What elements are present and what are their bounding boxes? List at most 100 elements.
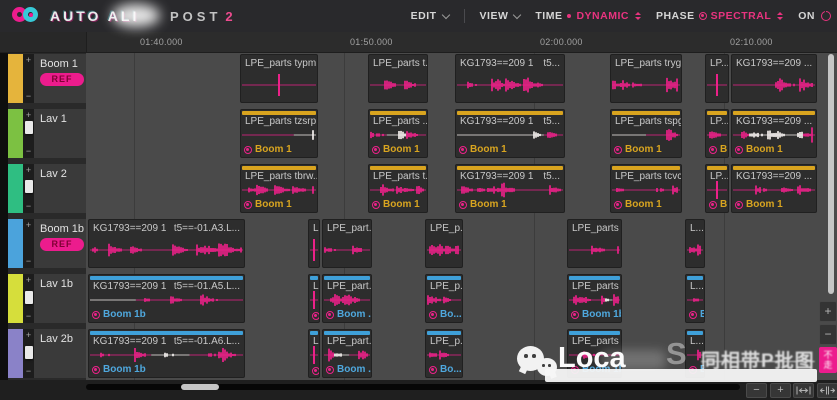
clip-lav-2b[interactable]: LPE_parts ...Boom 1b: [567, 329, 622, 378]
track-color-bar[interactable]: [8, 164, 23, 213]
clip-lav-1b[interactable]: LPE_part...Boom ...: [322, 274, 372, 323]
phase-mode-control[interactable]: PHASE SPECTRAL: [656, 10, 783, 22]
align-target[interactable]: Boom 1b: [571, 364, 622, 375]
track-fader[interactable]: [25, 180, 33, 193]
align-target[interactable]: Boom 1: [244, 199, 292, 210]
zoom-in-button[interactable]: +: [770, 383, 791, 398]
align-target[interactable]: Bo...: [429, 364, 462, 375]
track-color-bar[interactable]: [8, 109, 23, 158]
align-target[interactable]: [312, 367, 320, 375]
clip-lav-2b[interactable]: L: [308, 329, 320, 378]
horizontal-scrollbar-thumb[interactable]: [181, 384, 219, 390]
track-minus-button[interactable]: −: [23, 367, 34, 376]
clip-boom-1b[interactable]: LPE_p...: [425, 219, 463, 268]
align-target[interactable]: Boom ...: [326, 364, 372, 375]
clip-lav-2[interactable]: LPE_parts tbrw...Boom 1: [240, 164, 318, 213]
track-fader[interactable]: [25, 346, 33, 359]
align-target[interactable]: Boom ...: [326, 309, 372, 320]
track-minus-button[interactable]: −: [23, 257, 34, 266]
align-target[interactable]: Boom 1b: [92, 309, 146, 320]
align-target[interactable]: [312, 312, 320, 320]
align-target[interactable]: Boom 1: [735, 144, 783, 155]
align-target[interactable]: Boom 1b: [571, 309, 622, 320]
track-color-bar[interactable]: [8, 54, 23, 103]
track-plus-button[interactable]: +: [23, 276, 34, 285]
track-fader[interactable]: [25, 121, 33, 134]
track-minus-button[interactable]: −: [23, 147, 34, 156]
clip-boom-1[interactable]: LPE_parts t...: [368, 54, 428, 103]
horizontal-expand-button[interactable]: [817, 383, 837, 398]
clip-boom-1b[interactable]: L: [308, 219, 320, 268]
track-label-box[interactable]: Lav 1b: [34, 274, 86, 323]
clip-lav-2[interactable]: KG1793==209 ...Boom 1: [731, 164, 817, 213]
track-label-box[interactable]: Lav 1: [34, 109, 86, 158]
clip-lav-2[interactable]: LPE_parts t...Boom 1: [368, 164, 428, 213]
ref-badge[interactable]: REF: [40, 73, 84, 86]
track-plus-button[interactable]: +: [23, 331, 34, 340]
align-target[interactable]: Boom 1: [459, 199, 507, 210]
clip-boom-1b[interactable]: KG1793==209 1t5==-01.A3.L...: [88, 219, 245, 268]
clip-lav-2b[interactable]: L...B: [685, 329, 705, 378]
track-color-bar[interactable]: [8, 329, 23, 378]
track-fader[interactable]: [25, 291, 33, 304]
align-target[interactable]: B: [709, 199, 727, 210]
clip-boom-1b[interactable]: L...: [685, 219, 705, 268]
clip-lav-1b[interactable]: LPE_p...Bo...: [425, 274, 463, 323]
clip-boom-1[interactable]: LPE_parts typm...: [240, 54, 318, 103]
align-target[interactable]: Boom 1b: [92, 364, 146, 375]
align-target[interactable]: Boom 1: [372, 144, 420, 155]
vertical-zoom-in-button[interactable]: +: [819, 301, 837, 322]
zoom-out-button[interactable]: −: [746, 383, 767, 398]
track-plus-button[interactable]: +: [23, 221, 34, 230]
clip-lav-1[interactable]: LPE_parts ...Boom 1: [368, 109, 428, 158]
track-color-bar[interactable]: [8, 219, 23, 268]
align-target[interactable]: Boom 1: [372, 199, 420, 210]
timeline-ruler[interactable]: 01:40.00001:50.00002:00.00002:10.000: [0, 32, 837, 53]
clip-lav-1[interactable]: LPE_parts tzsrp...Boom 1: [240, 109, 318, 158]
clip-lav-2[interactable]: LP...B: [705, 164, 729, 213]
clip-lav-2[interactable]: LPE_parts tcvc...Boom 1: [610, 164, 682, 213]
ref-badge[interactable]: REF: [40, 238, 84, 251]
vertical-scrollbar[interactable]: [828, 54, 834, 294]
clip-lav-1b[interactable]: L: [308, 274, 320, 323]
clip-boom-1[interactable]: KG1793==209 ...: [731, 54, 817, 103]
time-mode-control[interactable]: TIME DYNAMIC: [535, 10, 641, 22]
clip-lav-2b[interactable]: KG1793==209 1t5==-01.A6.L...Boom 1b: [88, 329, 245, 378]
clip-lav-1[interactable]: LPE_parts tspg...Boom 1: [610, 109, 682, 158]
clip-boom-1[interactable]: KG1793==209 1t5...: [455, 54, 565, 103]
clip-boom-1[interactable]: LP...: [705, 54, 729, 103]
vertical-zoom-out-button[interactable]: −: [819, 324, 837, 345]
clip-boom-1b[interactable]: LPE_part...: [322, 219, 372, 268]
zoom-fit-button[interactable]: [793, 383, 814, 398]
track-label-box[interactable]: Boom 1bREF: [34, 219, 86, 268]
align-target[interactable]: Bo...: [429, 309, 462, 320]
align-target[interactable]: B: [689, 309, 705, 320]
align-target[interactable]: Boom 1: [614, 144, 662, 155]
clip-lav-1[interactable]: KG1793==209 1t5...Boom 1: [455, 109, 565, 158]
align-target[interactable]: Boom 1: [459, 144, 507, 155]
track-label-box[interactable]: Lav 2: [34, 164, 86, 213]
clip-lav-1[interactable]: LP...B: [705, 109, 729, 158]
clip-lav-2[interactable]: KG1793==209 1t5...Boom 1: [455, 164, 565, 213]
track-label-box[interactable]: Lav 2b: [34, 329, 86, 378]
align-target[interactable]: B: [709, 144, 727, 155]
clip-lav-1[interactable]: KG1793==209 ...Boom 1: [731, 109, 817, 158]
clip-lav-2b[interactable]: LPE_part...Boom ...: [322, 329, 372, 378]
align-target[interactable]: Boom 1: [735, 199, 783, 210]
edit-menu[interactable]: EDIT: [411, 10, 449, 22]
track-plus-button[interactable]: +: [23, 166, 34, 175]
track-minus-button[interactable]: −: [23, 312, 34, 321]
align-target[interactable]: Boom 1: [244, 144, 292, 155]
align-target[interactable]: Boom 1: [614, 199, 662, 210]
track-plus-button[interactable]: +: [23, 111, 34, 120]
track-plus-button[interactable]: +: [23, 56, 34, 65]
track-minus-button[interactable]: −: [23, 202, 34, 211]
clip-lav-1b[interactable]: L...B: [685, 274, 705, 323]
clip-lav-2b[interactable]: LPE_p...Bo...: [425, 329, 463, 378]
track-label-box[interactable]: Boom 1REF: [34, 54, 86, 103]
view-menu[interactable]: VIEW: [480, 10, 521, 22]
clip-boom-1[interactable]: LPE_parts tryg...: [610, 54, 682, 103]
clip-boom-1b[interactable]: LPE_parts ...: [567, 219, 622, 268]
power-toggle[interactable]: ON: [798, 10, 831, 22]
align-target[interactable]: B: [689, 364, 705, 375]
